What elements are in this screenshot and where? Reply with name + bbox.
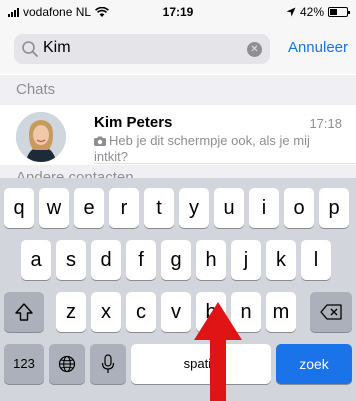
chat-list-item[interactable]: Kim Peters 17:18 Heb je dit schermpje oo…	[0, 106, 356, 164]
status-bar: vodafone NL 17:19 42%	[0, 0, 356, 24]
globe-icon	[58, 355, 76, 373]
shift-icon	[15, 303, 33, 321]
dictation-key[interactable]	[90, 344, 126, 384]
search-input[interactable]: Kim ✕	[14, 34, 270, 64]
location-icon	[286, 7, 296, 17]
battery-group: 42%	[286, 5, 350, 19]
search-go-key[interactable]: zoek	[276, 344, 352, 384]
key-e[interactable]: e	[74, 188, 104, 228]
key-i[interactable]: i	[249, 188, 279, 228]
battery-percentage: 42%	[299, 5, 324, 19]
globe-key[interactable]	[49, 344, 85, 384]
chat-preview: Heb je dit schermpje ook, als je mij int…	[94, 133, 334, 165]
key-g[interactable]: g	[161, 240, 191, 280]
key-u[interactable]: u	[214, 188, 244, 228]
key-p[interactable]: p	[319, 188, 349, 228]
backspace-key[interactable]	[310, 292, 352, 332]
key-z[interactable]: z	[56, 292, 86, 332]
shift-key[interactable]	[4, 292, 44, 332]
chat-preview-text: Heb je dit schermpje ook, als je mij int…	[94, 133, 310, 164]
key-c[interactable]: c	[126, 292, 156, 332]
battery-icon	[328, 7, 350, 17]
microphone-icon	[101, 354, 115, 373]
key-k[interactable]: k	[266, 240, 296, 280]
numbers-key[interactable]: 123	[4, 344, 44, 384]
key-h[interactable]: h	[196, 240, 226, 280]
key-d[interactable]: d	[91, 240, 121, 280]
avatar	[16, 112, 66, 162]
row-divider	[94, 163, 356, 164]
search-icon	[22, 41, 38, 57]
search-query: Kim	[43, 39, 71, 56]
camera-icon	[94, 136, 106, 146]
key-q[interactable]: q	[4, 188, 34, 228]
key-a[interactable]: a	[21, 240, 51, 280]
chat-name: Kim Peters	[94, 114, 173, 131]
key-v[interactable]: v	[161, 292, 191, 332]
key-s[interactable]: s	[56, 240, 86, 280]
key-w[interactable]: w	[39, 188, 69, 228]
clear-search-icon[interactable]: ✕	[247, 42, 262, 57]
key-t[interactable]: t	[144, 188, 174, 228]
key-y[interactable]: y	[179, 188, 209, 228]
key-l[interactable]: l	[301, 240, 331, 280]
backspace-icon	[320, 304, 342, 320]
key-m[interactable]: m	[266, 292, 296, 332]
key-j[interactable]: j	[231, 240, 261, 280]
key-o[interactable]: o	[284, 188, 314, 228]
section-header-chats: Chats	[0, 75, 356, 105]
chat-timestamp: 17:18	[309, 116, 342, 131]
annotation-arrow	[194, 302, 242, 401]
key-r[interactable]: r	[109, 188, 139, 228]
keyboard: q w e r t y u i o p a s d f g h j k l z …	[0, 178, 356, 401]
key-x[interactable]: x	[91, 292, 121, 332]
key-f[interactable]: f	[126, 240, 156, 280]
cancel-button[interactable]: Annuleer	[288, 39, 348, 56]
search-header: Kim ✕ Annuleer	[0, 24, 356, 74]
